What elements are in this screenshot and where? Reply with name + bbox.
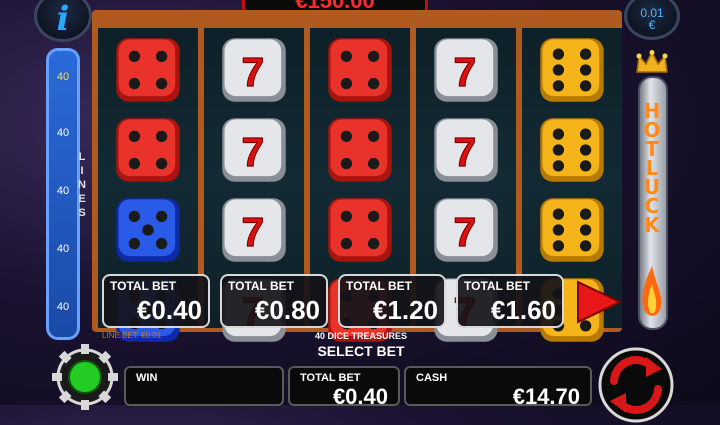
svg-text:7: 7 [242,209,265,255]
lines-label: LINES [78,151,86,219]
bet-option[interactable]: TOTAL BET €1.20 [338,274,446,328]
bet-option-amount: €1.60 [490,295,556,325]
bet-option-amount: €1.20 [372,295,438,325]
silver-seven-die-icon: 7 [432,196,500,264]
coin-value-button[interactable]: 0.01 € [624,0,680,40]
svg-text:7: 7 [454,49,477,95]
gold-die-icon [538,36,606,104]
red-die-icon [114,36,182,104]
gold-die-icon [538,116,606,184]
line-count: 40 [56,301,70,313]
line-bet-text: LINE BET: €0.01 [102,331,162,340]
win-panel: WIN [124,366,284,406]
svg-text:7: 7 [242,129,265,175]
silver-seven-die-icon: 7 [220,196,288,264]
total-bet-panel[interactable]: TOTAL BET €0.40 [288,366,400,409]
hot-luck-meter: HOTLUCK [634,50,670,330]
win-label: WIN [136,372,158,384]
silver-seven-die-icon: 7 [432,116,500,184]
next-bets-arrow-icon[interactable] [574,280,622,324]
bet-option-label: TOTAL BET [346,279,412,293]
game-name: 40 DICE TREASURES [314,331,408,341]
total-bet-value: €0.40 [332,384,388,409]
gold-die-icon [538,196,606,264]
red-die-icon [326,196,394,264]
bet-option[interactable]: TOTAL BET €0.40 [102,274,210,328]
bet-option-label: TOTAL BET [110,279,176,293]
line-count: 40 [56,185,70,197]
bet-option-amount: €0.40 [136,295,202,325]
line-count: 40 [56,243,70,255]
bet-option[interactable]: TOTAL BET €0.80 [220,274,328,328]
silver-seven-die-icon: 7 [220,36,288,104]
spin-button[interactable] [596,345,676,425]
hot-luck-text: HOTLUCK [643,99,661,237]
info-button[interactable]: i [34,0,92,42]
bet-option-label: TOTAL BET [464,279,530,293]
bet-option[interactable]: TOTAL BET €1.60 [456,274,564,328]
info-icon: i [56,0,70,39]
line-count: 40 [56,71,70,83]
coin-currency: € [648,18,656,32]
line-count: 40 [56,127,70,139]
gear-icon [52,344,118,410]
lines-meter: 40 40 40 40 40 [46,48,80,340]
cash-value: €14.70 [512,384,580,409]
settings-gear-button[interactable] [50,342,120,412]
red-die-icon [326,116,394,184]
cash-label: CASH [416,372,448,384]
cash-panel: CASH €14.70 [404,366,592,409]
svg-text:7: 7 [454,209,477,255]
svg-text:7: 7 [242,49,265,95]
blue-die-icon [114,196,182,264]
select-bet-label: SELECT BET [317,343,405,359]
silver-seven-die-icon: 7 [220,116,288,184]
bet-option-amount: €0.80 [254,295,320,325]
red-die-icon [114,116,182,184]
total-bet-label: TOTAL BET [300,372,361,384]
crown-icon [636,50,668,73]
flame-icon [642,266,662,316]
silver-seven-die-icon: 7 [432,36,500,104]
bet-option-label: TOTAL BET [228,279,294,293]
svg-text:7: 7 [454,129,477,175]
red-die-icon [326,36,394,104]
